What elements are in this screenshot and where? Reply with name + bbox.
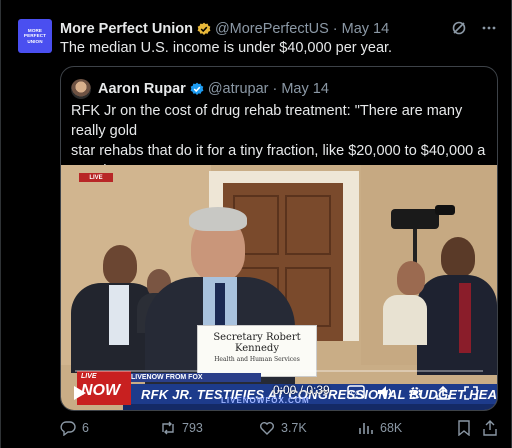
author-handle[interactable]: @MorePerfectUS: [215, 21, 329, 37]
person-shirt: [109, 285, 129, 345]
captions-icon[interactable]: CC: [347, 385, 365, 399]
chyron-bottom-bar: [123, 404, 497, 410]
bookmark-icon: [458, 420, 470, 436]
author-avatar[interactable]: MORE PERFECT UNION: [18, 19, 52, 53]
door-panel: [285, 195, 331, 255]
post-date[interactable]: May 14: [342, 21, 390, 37]
quoted-post-date[interactable]: May 14: [281, 81, 329, 97]
person-head: [103, 245, 137, 285]
verified-badge-icon: [190, 82, 204, 96]
video-progress-bar[interactable]: [75, 370, 483, 372]
heart-icon: [260, 422, 274, 435]
quoted-author-name[interactable]: Aaron Rupar: [98, 81, 186, 97]
repost-count: 793: [182, 421, 203, 435]
bookmark-action[interactable]: [457, 420, 471, 436]
logo-line-1: LIVE: [81, 373, 97, 380]
speaker-hair: [189, 207, 247, 231]
live-badge: LIVE: [79, 173, 113, 182]
video-time: 0:00 / 0:39: [273, 383, 330, 397]
quoted-author-avatar[interactable]: [71, 79, 91, 99]
more-options-icon[interactable]: [481, 20, 497, 36]
person-suit: [417, 275, 497, 375]
person-blouse: [383, 295, 427, 345]
nameplate-title: Secretary Robert Kennedy: [213, 332, 301, 354]
video-camera-body: [391, 209, 439, 229]
video-camera-lens: [435, 205, 455, 215]
views-chart-icon: [359, 423, 373, 434]
author-name[interactable]: More Perfect Union: [60, 21, 193, 37]
repost-action[interactable]: 793: [160, 420, 203, 436]
fullscreen-icon[interactable]: [463, 385, 479, 401]
nameplate-subtitle: Health and Human Services: [214, 356, 300, 363]
share-video-icon[interactable]: [435, 385, 451, 401]
share-icon: [483, 420, 497, 436]
reply-icon: [60, 421, 76, 436]
video-player[interactable]: LIVE Secretary Robert Kennedy Health and…: [61, 165, 497, 410]
avatar-text-3: UNION: [27, 38, 43, 44]
post-container: MORE PERFECT UNION More Perfect Union @M…: [0, 0, 512, 448]
chyron-label: LIVENOW FROM FOX: [121, 373, 261, 382]
share-action[interactable]: [483, 420, 497, 436]
quoted-text-line-1: RFK Jr on the cost of drug rehab treatme…: [71, 103, 463, 139]
post-header: More Perfect Union @MorePerfectUS · May …: [60, 20, 389, 38]
speaker-tie: [215, 283, 225, 327]
person-tie: [459, 283, 471, 353]
repost-icon: [162, 421, 174, 435]
post-top-icons: [451, 20, 497, 36]
post-actions: 6 793 3.7K 68K: [60, 420, 500, 438]
like-action[interactable]: 3.7K: [259, 420, 307, 436]
person-head: [441, 237, 475, 277]
reply-action[interactable]: 6: [60, 420, 89, 436]
play-icon[interactable]: [73, 385, 87, 401]
quoted-author-handle[interactable]: @atrupar: [208, 81, 269, 97]
verified-org-badge-icon: [197, 22, 211, 36]
volume-icon[interactable]: [377, 385, 395, 399]
person-head: [397, 261, 425, 295]
settings-icon[interactable]: [407, 385, 423, 401]
grok-icon[interactable]: [451, 20, 467, 36]
separator-dot: ·: [332, 21, 338, 37]
views-count: 68K: [380, 421, 403, 435]
quoted-separator-dot: ·: [272, 81, 278, 97]
chyron-url: LIVENOWFOX.COM: [221, 396, 310, 405]
like-count: 3.7K: [281, 421, 307, 435]
quoted-text-line-2: star rehabs that do it for a tiny fracti…: [71, 143, 486, 159]
views-action[interactable]: 68K: [358, 420, 402, 436]
reply-count: 6: [82, 421, 89, 435]
quoted-post[interactable]: Aaron Rupar @atrupar · May 14 RFK Jr on …: [60, 66, 498, 411]
svg-text:CC: CC: [351, 390, 359, 397]
quoted-post-header: Aaron Rupar @atrupar · May 14: [98, 80, 329, 98]
post-text: The median U.S. income is under $40,000 …: [60, 40, 393, 56]
